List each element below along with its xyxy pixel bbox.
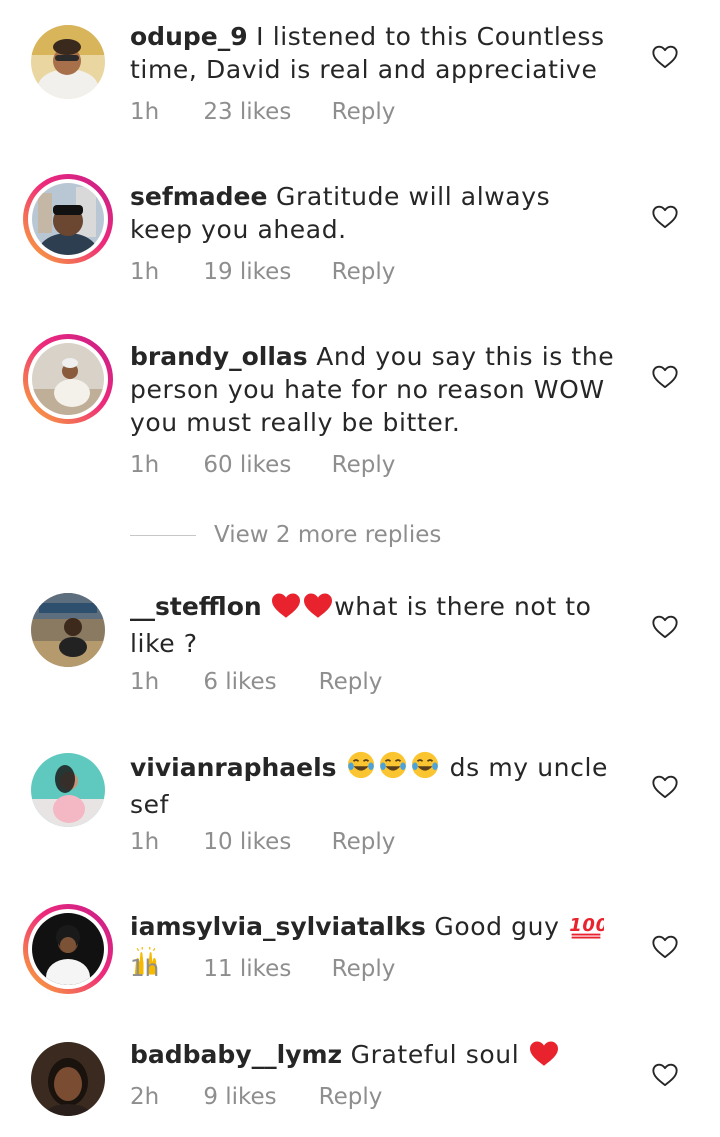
comment-likes[interactable]: 11 likes [203, 956, 324, 982]
reply-button[interactable]: Reply [332, 829, 396, 855]
comment-text: odupe_9 I listened to this Countless tim… [130, 20, 620, 86]
reply-button[interactable]: Reply [332, 956, 396, 982]
heart-outline-icon[interactable] [651, 203, 679, 229]
reply-button[interactable]: Reply [332, 259, 396, 285]
comment-meta: 1h 60 likes Reply [130, 452, 395, 478]
reply-button[interactable]: Reply [319, 1084, 383, 1110]
comment-username[interactable]: odupe_9 [130, 22, 248, 51]
comment-text: vivianraphaels ds my uncle sef [130, 750, 620, 821]
avatar[interactable] [31, 753, 105, 827]
comment-text: sefmadee Gratitude will always keep you … [130, 180, 620, 246]
avatar[interactable] [31, 593, 105, 667]
tears-of-joy-emoji [409, 750, 441, 788]
comment-username[interactable]: badbaby__lymz [130, 1040, 342, 1069]
comment-meta: 1h 19 likes Reply [130, 259, 395, 285]
avatar[interactable] [31, 25, 105, 99]
comment-time: 1h [130, 956, 160, 982]
reply-button[interactable]: Reply [332, 99, 396, 125]
comment-username[interactable]: vivianraphaels [130, 753, 337, 782]
tears-of-joy-emoji [345, 750, 377, 788]
comment-time: 1h [130, 829, 160, 855]
avatar[interactable] [23, 174, 113, 264]
tears-of-joy-emoji [377, 750, 409, 788]
comment-body: Good guy [434, 912, 560, 941]
heart-outline-icon[interactable] [651, 1061, 679, 1087]
comment-time: 1h [130, 99, 160, 125]
heart-outline-icon[interactable] [651, 773, 679, 799]
red-heart-emoji [302, 591, 334, 627]
comment-likes[interactable]: 10 likes [203, 829, 324, 855]
comment-time: 2h [130, 1084, 160, 1110]
comment-meta: 2h 9 likes Reply [130, 1084, 382, 1110]
comment-likes[interactable]: 23 likes [203, 99, 324, 125]
heart-outline-icon[interactable] [651, 43, 679, 69]
comment-likes[interactable]: 6 likes [203, 669, 311, 695]
comment-meta: 1h 10 likes Reply [130, 829, 395, 855]
red-heart-emoji [270, 591, 302, 627]
avatar[interactable] [23, 334, 113, 424]
comment-text: badbaby__lymz Grateful soul [130, 1038, 620, 1075]
heart-outline-icon[interactable] [651, 613, 679, 639]
red-heart-emoji [528, 1039, 560, 1075]
comment-time: 1h [130, 669, 160, 695]
heart-outline-icon[interactable] [651, 363, 679, 389]
hundred-points-emoji: 100 [568, 911, 608, 947]
reply-button[interactable]: Reply [319, 669, 383, 695]
comment-text: __stefflon what is there not to like ? [130, 590, 620, 660]
comment-meta: 1h 6 likes Reply [130, 669, 382, 695]
comment-time: 1h [130, 452, 160, 478]
comment-meta: 1h 23 likes Reply [130, 99, 395, 125]
comment-username[interactable]: iamsylvia_sylviatalks [130, 912, 426, 941]
comment-likes[interactable]: 19 likes [203, 259, 324, 285]
comment-username[interactable]: brandy_ollas [130, 342, 308, 371]
comment-likes[interactable]: 60 likes [203, 452, 324, 478]
comment-text: brandy_ollas And you say this is the per… [130, 340, 620, 439]
comment-time: 1h [130, 259, 160, 285]
svg-text:100: 100 [569, 915, 604, 936]
reply-button[interactable]: Reply [332, 452, 396, 478]
comment-username[interactable]: __stefflon [130, 592, 262, 621]
comment-username[interactable]: sefmadee [130, 182, 267, 211]
view-more-replies-label[interactable]: View 2 more replies [214, 522, 441, 548]
comment-likes[interactable]: 9 likes [203, 1084, 311, 1110]
comment-body: Grateful soul [350, 1040, 520, 1069]
heart-outline-icon[interactable] [651, 933, 679, 959]
avatar[interactable] [31, 1042, 105, 1116]
replies-divider [130, 534, 196, 536]
comment-meta: 1h 11 likes Reply [130, 956, 395, 982]
view-more-replies-button[interactable]: View 2 more replies [130, 520, 441, 550]
avatar[interactable] [23, 904, 113, 994]
